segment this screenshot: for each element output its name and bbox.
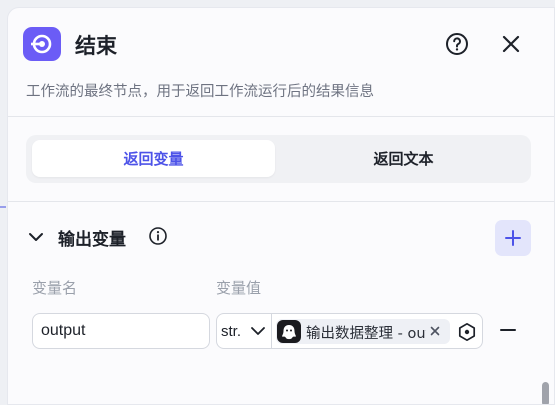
info-icon[interactable] — [148, 226, 168, 246]
tab-return-variables[interactable]: 返回变量 — [32, 140, 275, 177]
help-circle-icon[interactable] — [444, 31, 470, 57]
type-label: str. — [221, 322, 242, 340]
node-description: 工作流的最终节点，用于返回工作流运行后的结果信息 — [26, 84, 374, 100]
chevron-down-icon — [251, 327, 265, 335]
header-divider — [8, 116, 554, 117]
variable-reference-chip[interactable]: 输出数据整理 - output — [276, 319, 450, 344]
tabs-divider — [8, 201, 554, 202]
output-section-header: 输出变量 — [26, 220, 531, 256]
column-header-name: 变量名 — [32, 279, 78, 297]
column-header-value: 变量值 — [216, 279, 262, 297]
variable-value-field: str. 输出数据整理 - output — [216, 313, 483, 349]
type-select[interactable]: str. — [217, 314, 272, 348]
end-node-panel: 结束 工作流的最终节点，用于返回工作流运行后的结果信息 返回变量 返回文本 输出… — [7, 7, 555, 405]
add-variable-button[interactable] — [495, 220, 531, 256]
reference-label: 输出数据整理 - output — [306, 326, 426, 342]
return-mode-tabs: 返回变量 返回文本 — [26, 135, 531, 183]
node-end-icon — [23, 27, 61, 61]
tab-return-text[interactable]: 返回文本 — [282, 140, 525, 177]
node-avatar-icon — [277, 320, 301, 343]
page-title: 结束 — [75, 34, 117, 58]
variable-picker-icon[interactable] — [457, 322, 477, 342]
remove-variable-button[interactable] — [498, 320, 518, 340]
panel-header: 结束 工作流的最终节点，用于返回工作流运行后的结果信息 — [8, 8, 554, 118]
close-icon[interactable] — [428, 324, 442, 338]
section-title: 输出变量 — [58, 230, 126, 250]
chevron-down-icon[interactable] — [26, 227, 46, 247]
plus-icon — [505, 230, 521, 246]
edge-connector-icon — [0, 206, 6, 208]
scrollbar-thumb[interactable] — [542, 382, 549, 404]
variable-name-input[interactable]: output — [32, 313, 210, 349]
close-icon[interactable] — [498, 31, 524, 57]
